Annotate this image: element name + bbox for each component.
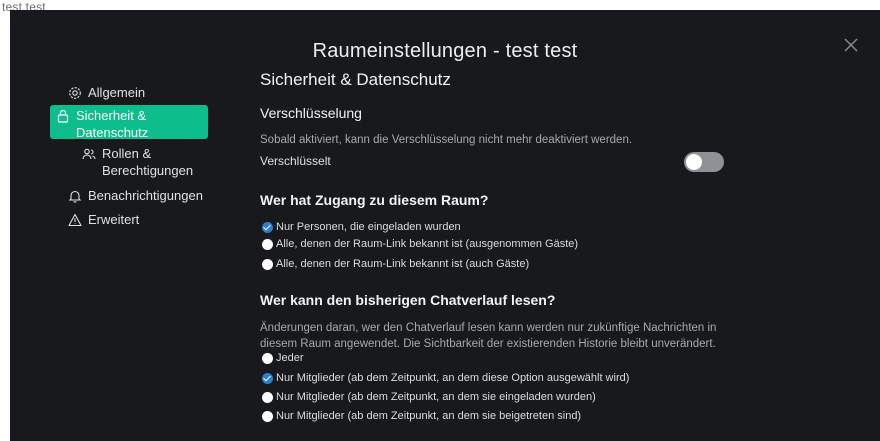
sidebar-item-label: Sicherheit & Datenschutz xyxy=(76,108,149,140)
access-option-link-guests[interactable]: Alle, denen der Raum-Link bekannt ist (a… xyxy=(262,258,529,270)
bell-icon xyxy=(68,189,82,203)
sidebar-item-label: Allgemein xyxy=(88,85,146,100)
toggle-knob xyxy=(686,154,702,170)
dialog-title: Raumeinstellungen - test test xyxy=(312,40,578,62)
sidebar-item-rollen[interactable]: Rollen & Berechtigungen xyxy=(50,143,240,181)
history-option-since-selected[interactable]: Nur Mitglieder (ab dem Zeitpunkt, an dem… xyxy=(262,372,629,384)
settings-icon xyxy=(68,86,82,100)
history-description-line2: diesem Raum angewendet. Die Sichtbarkeit… xyxy=(260,338,716,350)
encryption-description: Sobald aktiviert, kann die Verschlüsselu… xyxy=(260,134,633,146)
encryption-heading: Verschlüsselung xyxy=(260,105,362,121)
radio-label: Jeder xyxy=(276,352,304,364)
sidebar-item-sicherheit[interactable]: Sicherheit & Datenschutz xyxy=(50,105,208,140)
radio-checked[interactable] xyxy=(262,372,273,384)
radio-label: Nur Mitglieder (ab dem Zeitpunkt, an dem… xyxy=(276,410,582,422)
sidebar-item-erweitert[interactable]: Erweitert xyxy=(50,209,143,230)
radio-unchecked[interactable] xyxy=(262,410,273,422)
encryption-toggle[interactable] xyxy=(684,152,724,172)
sidebar-item-label: Rollen & Berechtigungen xyxy=(102,146,194,178)
sidebar-item-label: Benachrichtigungen xyxy=(88,188,203,203)
access-option-link-no-guests[interactable]: Alle, denen der Raum-Link bekannt ist (a… xyxy=(262,238,578,250)
sidebar-item-benachrichtigungen[interactable]: Benachrichtigungen xyxy=(50,185,207,206)
radio-label: Nur Mitglieder (ab dem Zeitpunkt, an dem… xyxy=(276,372,630,384)
room-settings-dialog: Raumeinstellungen - test test Allgemein … xyxy=(10,10,880,441)
page-title: Sicherheit & Datenschutz xyxy=(260,70,451,89)
radio-label: Alle, denen der Raum-Link bekannt ist (a… xyxy=(276,258,530,270)
radio-checked[interactable] xyxy=(262,221,273,233)
history-option-anyone[interactable]: Jeder xyxy=(262,352,304,364)
lock-icon xyxy=(56,109,70,123)
radio-unchecked[interactable] xyxy=(262,352,273,364)
radio-label: Nur Personen, die eingeladen wurden xyxy=(276,221,461,233)
radio-unchecked[interactable] xyxy=(262,258,273,270)
radio-unchecked[interactable] xyxy=(262,391,273,403)
encryption-toggle-label: Verschlüsselt xyxy=(260,154,331,168)
sidebar-item-label: Erweitert xyxy=(88,212,140,227)
history-heading: Wer kann den bisherigen Chatverlauf lese… xyxy=(260,292,556,308)
access-option-invited[interactable]: Nur Personen, die eingeladen wurden xyxy=(262,221,461,233)
history-description-line1: Änderungen daran, wer den Chatverlauf le… xyxy=(260,322,717,334)
history-option-since-joined[interactable]: Nur Mitglieder (ab dem Zeitpunkt, an dem… xyxy=(262,410,581,422)
access-heading: Wer hat Zugang zu diesem Raum? xyxy=(260,192,489,208)
close-icon[interactable] xyxy=(840,34,862,56)
warning-icon xyxy=(68,213,82,227)
sidebar-item-allgemein[interactable]: Allgemein xyxy=(50,82,149,103)
history-option-since-invited[interactable]: Nur Mitglieder (ab dem Zeitpunkt, an dem… xyxy=(262,391,596,403)
radio-label: Alle, denen der Raum-Link bekannt ist (a… xyxy=(276,238,579,250)
radio-unchecked[interactable] xyxy=(262,238,273,250)
people-icon xyxy=(82,147,96,161)
radio-label: Nur Mitglieder (ab dem Zeitpunkt, an dem… xyxy=(276,391,596,403)
